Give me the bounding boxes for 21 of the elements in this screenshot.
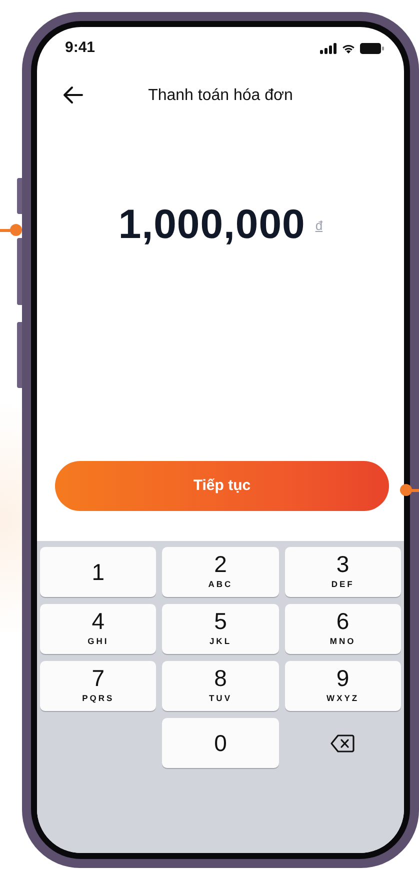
- keypad-key[interactable]: 7 PQRS: [40, 661, 156, 711]
- status-time: 9:41: [65, 38, 96, 58]
- currency-symbol: đ: [315, 217, 323, 235]
- keypad-key[interactable]: 1: [40, 547, 156, 597]
- keypad-key[interactable]: 2 ABC: [162, 547, 279, 597]
- wifi-icon: [341, 42, 356, 54]
- screen-title: Thanh toán hóa đơn: [148, 86, 293, 106]
- keypad-key[interactable]: 0: [162, 718, 279, 768]
- keypad-key[interactable]: 8 TUV: [162, 661, 279, 711]
- annotation-dot: [10, 224, 22, 236]
- keypad-key[interactable]: 6 MNO: [284, 604, 401, 654]
- backspace-icon: [330, 734, 356, 752]
- keypad-key[interactable]: 9 WXYZ: [284, 661, 401, 711]
- back-button[interactable]: [63, 86, 83, 104]
- keypad-key[interactable]: 4 GHI: [40, 604, 156, 654]
- battery-icon: [360, 42, 384, 54]
- back-arrow-icon: [63, 86, 83, 104]
- amount-value: 1,000,000: [118, 200, 306, 249]
- signal-icon: [320, 42, 337, 54]
- keypad-key[interactable]: 5 JKL: [162, 604, 279, 654]
- keypad-key[interactable]: 3 DEF: [284, 547, 401, 597]
